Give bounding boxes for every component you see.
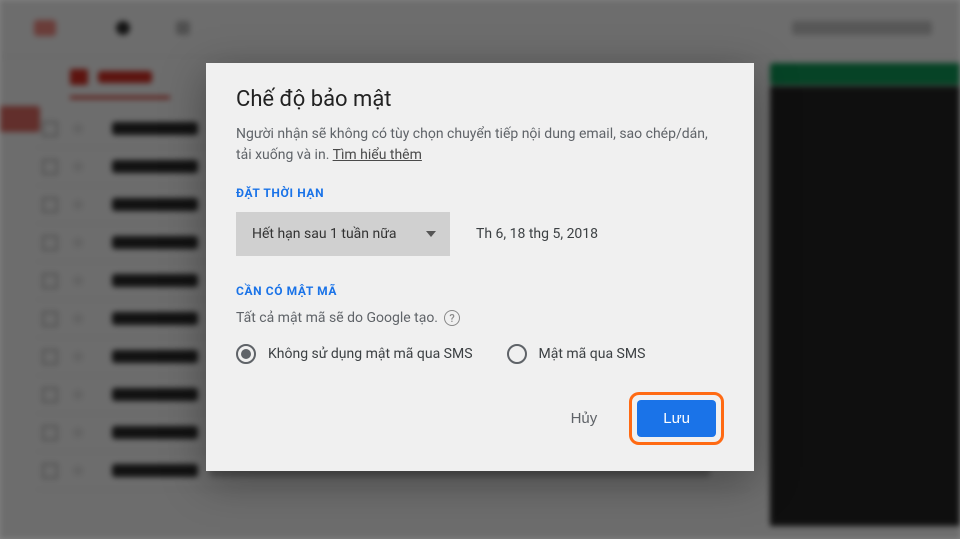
expiry-dropdown-value: Hết hạn sau 1 tuần nữa bbox=[252, 226, 397, 242]
radio-dot-icon bbox=[507, 344, 527, 364]
modal-description-text: Người nhận sẽ không có tùy chọn chuyển t… bbox=[236, 126, 708, 163]
radio-no-sms[interactable]: Không sử dụng mật mã qua SMS bbox=[236, 344, 473, 364]
section-passcode-label: CẦN CÓ MẬT MÃ bbox=[236, 284, 724, 298]
radio-sms-label: Mật mã qua SMS bbox=[539, 346, 646, 362]
help-icon[interactable]: ? bbox=[444, 310, 460, 326]
expiry-row: Hết hạn sau 1 tuần nữa Th 6, 18 thg 5, 2… bbox=[236, 212, 724, 256]
learn-more-link[interactable]: Tìm hiểu thêm bbox=[333, 147, 422, 163]
confidential-mode-modal: Chế độ bảo mật Người nhận sẽ không có tù… bbox=[206, 63, 754, 471]
expiry-date: Th 6, 18 thg 5, 2018 bbox=[476, 226, 598, 242]
radio-no-sms-label: Không sử dụng mật mã qua SMS bbox=[268, 346, 473, 362]
section-expiry-label: ĐẶT THỜI HẠN bbox=[236, 186, 724, 200]
cancel-button[interactable]: Hủy bbox=[559, 400, 610, 437]
radio-sms[interactable]: Mật mã qua SMS bbox=[507, 344, 646, 364]
save-highlight: Lưu bbox=[629, 392, 724, 445]
radio-dot-icon bbox=[236, 344, 256, 364]
passcode-note-text: Tất cả mật mã sẽ do Google tạo. bbox=[236, 310, 438, 326]
passcode-note: Tất cả mật mã sẽ do Google tạo. ? bbox=[236, 310, 724, 326]
chevron-down-icon bbox=[426, 231, 436, 237]
passcode-radio-group: Không sử dụng mật mã qua SMS Mật mã qua … bbox=[236, 344, 724, 364]
save-button[interactable]: Lưu bbox=[637, 400, 716, 437]
modal-actions: Hủy Lưu bbox=[236, 392, 724, 445]
expiry-dropdown[interactable]: Hết hạn sau 1 tuần nữa bbox=[236, 212, 450, 256]
modal-description: Người nhận sẽ không có tùy chọn chuyển t… bbox=[236, 124, 724, 166]
modal-title: Chế độ bảo mật bbox=[236, 87, 724, 112]
